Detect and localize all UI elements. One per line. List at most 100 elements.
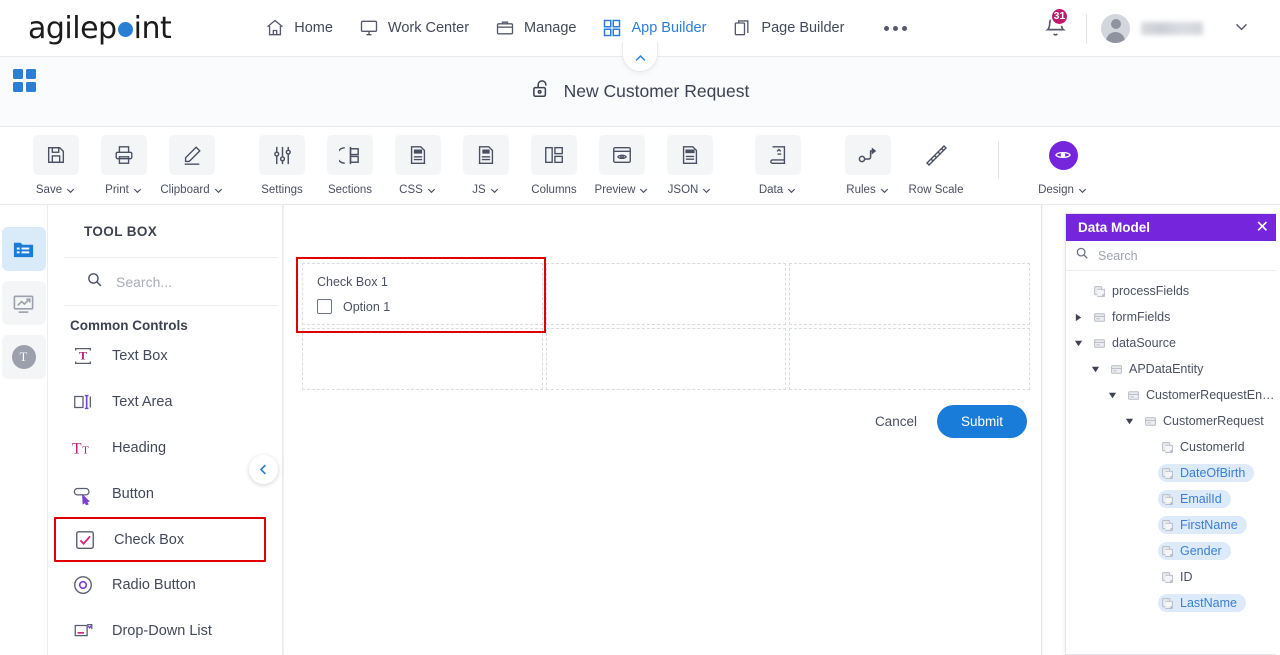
tool-item-text-area[interactable]: Text Area [48, 379, 282, 425]
print-button[interactable]: Print [90, 133, 158, 196]
caret-down-icon [427, 188, 435, 193]
chart-trend-icon [13, 294, 34, 313]
json-label-row: JSON [668, 184, 713, 196]
data-model-node-label: EmailId [1180, 492, 1222, 506]
home-icon [265, 18, 285, 38]
nav-item-page-builder[interactable]: Page Builder [732, 18, 844, 38]
columns-button[interactable]: Columns [520, 133, 588, 196]
data-label: Data [758, 184, 784, 196]
nav-item-manage[interactable]: Manage [495, 18, 576, 38]
tool-label-heading: Heading [112, 440, 167, 456]
settings-button[interactable]: Settings [248, 133, 316, 196]
notification-count-badge: 31 [1050, 6, 1069, 26]
tool-item-button[interactable]: Button [48, 471, 282, 517]
chevron-down-icon[interactable] [1233, 18, 1250, 40]
collapse-toolbox-button[interactable] [249, 455, 278, 484]
form-cell-r1c3[interactable] [789, 263, 1030, 325]
rules-button[interactable]: Rules [834, 133, 902, 196]
toolbox-rail-icon[interactable] [1, 227, 46, 271]
textarea-icon [70, 391, 96, 413]
data-model-node[interactable]: dataSource [1066, 330, 1280, 356]
design-button[interactable]: Design [1029, 133, 1097, 196]
caret-down-icon[interactable] [1090, 365, 1101, 374]
notifications-button[interactable]: 31 [1039, 6, 1072, 46]
data-model-node[interactable]: formFields [1066, 304, 1280, 330]
data-model-search-input[interactable] [1098, 248, 1238, 263]
data-model-node[interactable]: CustomerRequestEn… [1066, 382, 1280, 408]
data-model-node[interactable]: CustomerId [1066, 434, 1280, 460]
caret-down-icon[interactable] [1124, 417, 1135, 426]
avatar[interactable] [1101, 14, 1130, 43]
form-title-group: New Customer Request [531, 78, 749, 106]
caret-down-icon [490, 188, 498, 193]
submit-button[interactable]: Submit [936, 405, 1027, 438]
toolbox-search-input[interactable] [116, 273, 266, 290]
tool-item-drop-down-list[interactable]: Drop-Down List [48, 608, 282, 654]
tool-item-heading[interactable]: TT Heading [48, 425, 282, 471]
nav-item-work-center[interactable]: Work Center [359, 18, 469, 38]
checkbox-option-row[interactable]: Option 1 [317, 299, 542, 314]
clipboard-button[interactable]: Clipboard [158, 133, 226, 196]
more-dot-2-icon [893, 25, 899, 31]
caret-down-icon[interactable] [1073, 339, 1084, 348]
data-button[interactable]: Data [744, 133, 812, 196]
form-cell-r1c1[interactable]: Check Box 1 Option 1 [302, 263, 543, 325]
nav-item-home[interactable]: Home [265, 18, 333, 38]
form-canvas[interactable]: Check Box 1 Option 1 Cancel Submit [283, 205, 1042, 655]
nav-label-app-builder: App Builder [631, 20, 707, 36]
data-model-title: Data Model [1078, 220, 1151, 235]
form-cell-r2c1[interactable] [302, 328, 543, 390]
css-button[interactable]: CSS [384, 133, 452, 196]
toolbox-search-row[interactable] [64, 258, 278, 306]
form-drop-grid: Check Box 1 Option 1 [302, 263, 1030, 390]
data-model-node-label: APDataEntity [1129, 362, 1204, 376]
preview-button[interactable]: Preview [588, 133, 656, 196]
caret-right-icon[interactable] [1073, 313, 1084, 322]
field-icon [1161, 571, 1174, 584]
data-model-node[interactable]: APDataEntity [1066, 356, 1280, 382]
data-model-node[interactable]: Gender [1066, 538, 1280, 564]
columns-label: Columns [531, 184, 577, 196]
preview-label-row: Preview [595, 184, 650, 196]
data-model-node[interactable]: LastName [1066, 590, 1280, 616]
logo-text-pre: agilep [28, 10, 117, 46]
tool-label-check-box: Check Box [114, 531, 185, 548]
data-model-node[interactable]: processFields [1066, 278, 1280, 304]
nav-item-app-builder[interactable]: App Builder [602, 18, 706, 38]
data-model-node[interactable]: DateOfBirth [1066, 460, 1280, 486]
json-label: JSON [667, 184, 699, 196]
form-cell-r1c2[interactable] [545, 263, 787, 325]
checkbox-icon [72, 529, 98, 551]
tool-item-text-box[interactable]: T Text Box [48, 333, 282, 379]
canvas-scroll-sliver[interactable] [1276, 205, 1280, 655]
caret-down-icon[interactable] [1107, 391, 1118, 400]
analytics-rail-icon[interactable] [1, 281, 46, 325]
data-model-node[interactable]: EmailId [1066, 486, 1280, 512]
form-cell-r2c3[interactable] [789, 328, 1030, 390]
row-scale-button[interactable]: Row Scale [902, 133, 970, 196]
checkbox-input[interactable] [317, 299, 332, 314]
eye-window-icon [599, 135, 645, 175]
cancel-button[interactable]: Cancel [875, 414, 917, 429]
data-model-search-row[interactable] [1066, 241, 1280, 271]
field-icon [1161, 545, 1174, 558]
svg-text:T: T [72, 441, 82, 458]
json-button[interactable]: JSON [656, 133, 724, 196]
data-model-node[interactable]: ID [1066, 564, 1280, 590]
data-model-node[interactable]: CustomerRequest [1066, 408, 1280, 434]
tool-item-check-box[interactable]: Check Box [54, 517, 266, 562]
more-dot-1-icon [884, 25, 890, 31]
form-cell-r2c2[interactable] [545, 328, 787, 390]
agilepoint-logo[interactable]: agilep int [28, 10, 172, 46]
collapse-titlebar-button[interactable] [622, 42, 658, 72]
nav-more-button[interactable] [884, 25, 908, 31]
close-icon[interactable]: ✕ [1256, 219, 1269, 236]
save-button[interactable]: Save [22, 133, 90, 196]
data-model-node[interactable]: FirstName [1066, 512, 1280, 538]
js-button[interactable]: JS [452, 133, 520, 196]
sections-button[interactable]: Sections [316, 133, 384, 196]
app-grid-button[interactable] [13, 69, 36, 92]
rules-label: Rules [846, 184, 876, 196]
tool-item-radio-button[interactable]: Radio Button [48, 562, 282, 608]
theme-rail-icon[interactable]: T [1, 335, 46, 379]
